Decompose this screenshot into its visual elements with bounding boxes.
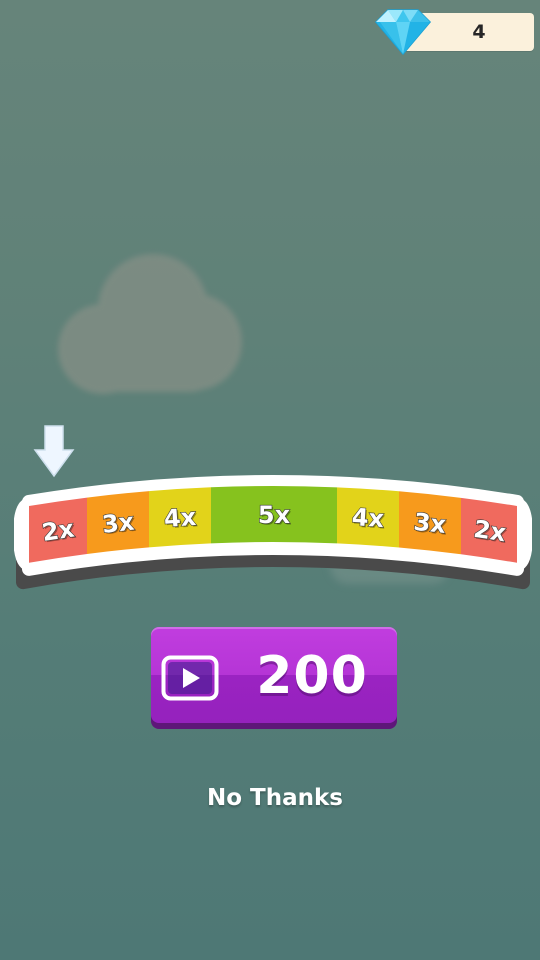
background-cloud bbox=[50, 240, 250, 400]
multiplier-label: 4x bbox=[163, 503, 197, 533]
multiplier-label: 3x bbox=[101, 508, 136, 539]
multiplier-label: 2x bbox=[40, 515, 76, 547]
diamond-icon bbox=[374, 9, 432, 56]
multiplier-label: 2x bbox=[472, 515, 508, 548]
no-thanks-button[interactable]: No Thanks bbox=[170, 780, 380, 816]
multiplier-label: 5x bbox=[258, 501, 291, 529]
play-video-icon bbox=[161, 655, 219, 701]
multiplier-label: 4x bbox=[351, 503, 385, 533]
multiplier-label: 3x bbox=[412, 508, 448, 539]
multiplier-bar-graphic: 2x2x 3x3x 4x4x 5x5x 4x4x 3x3x 2x2x bbox=[14, 475, 532, 590]
multiplier-bar: 2x 2x 3x 3x 4x 4x 5x 5x 4x 4x 3x 3x 2x 2x bbox=[14, 474, 532, 590]
gem-counter: 4 bbox=[372, 4, 536, 60]
watch-ad-reward-button[interactable]: 200 bbox=[151, 627, 397, 729]
reward-amount: 200 bbox=[256, 646, 368, 706]
down-arrow-icon bbox=[33, 425, 75, 478]
